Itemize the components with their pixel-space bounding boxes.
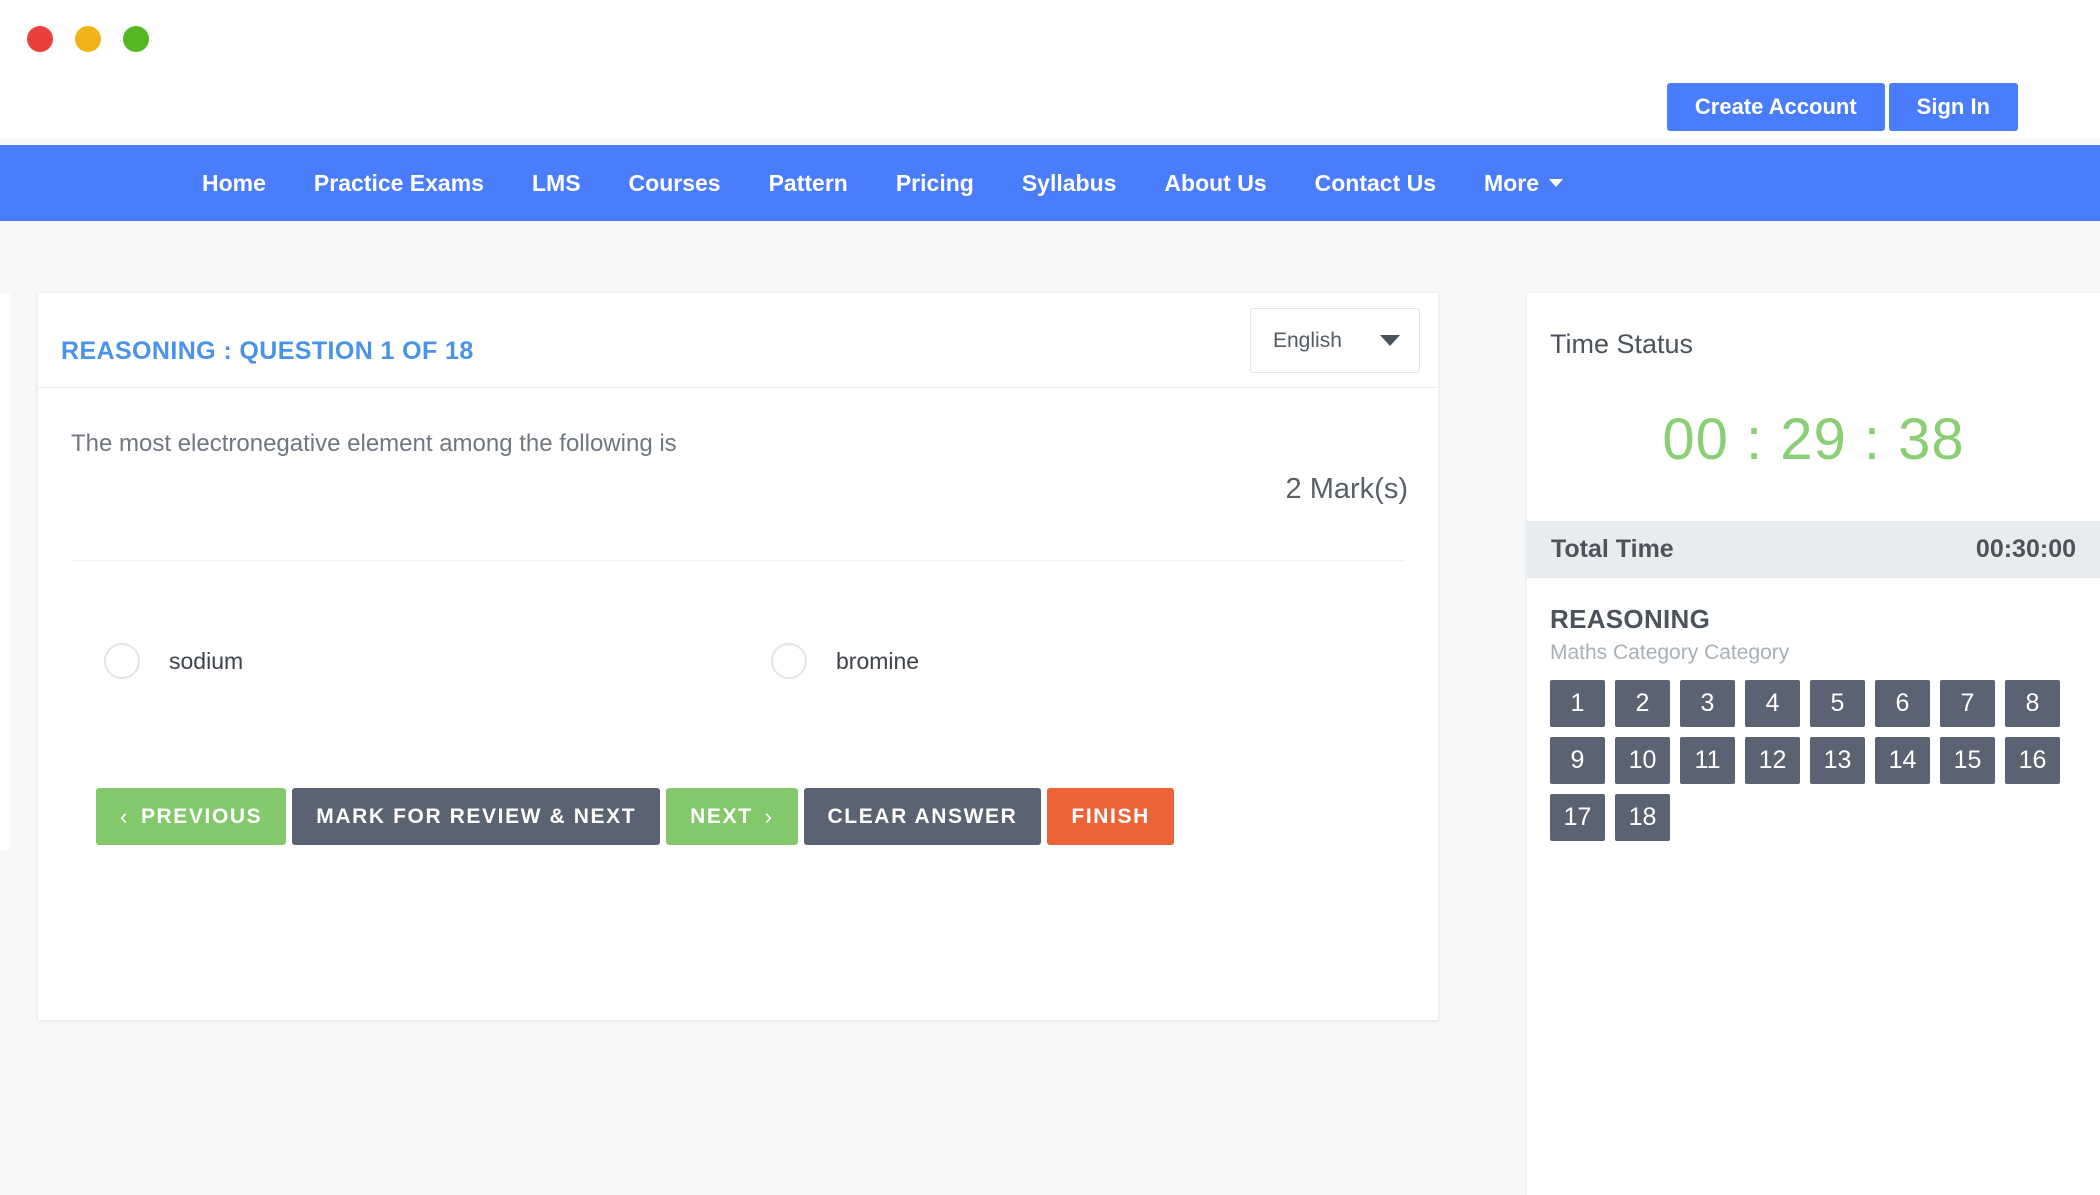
nav-item-list: Home Practice Exams LMS Courses Pattern … [178,145,1587,221]
time-status-title: Time Status [1550,329,1694,359]
answer-options: sodium bromine [71,643,1405,679]
exam-sidebar: Time Status 00 : 29 : 38 Total Time 00:3… [1527,293,2100,1195]
question-number-button[interactable]: 17 [1550,794,1605,841]
nav-item-about-us[interactable]: About Us [1140,145,1290,221]
question-number-button[interactable]: 3 [1680,680,1735,727]
language-select-value: English [1273,328,1342,352]
question-number-button[interactable]: 12 [1745,737,1800,784]
window-chrome: Create Account Sign In [0,0,2100,138]
question-card-body: The most electronegative element among t… [38,388,1438,926]
answer-option-2[interactable]: bromine [738,643,1405,679]
question-divider [71,560,1405,561]
nav-item-courses[interactable]: Courses [605,145,745,221]
nav-item-pattern[interactable]: Pattern [745,145,872,221]
question-number-button[interactable]: 15 [1940,737,1995,784]
previous-button[interactable]: ‹ PREVIOUS [96,788,287,845]
next-button[interactable]: NEXT › [666,788,798,845]
question-number-button[interactable]: 2 [1615,680,1670,727]
total-time-label: Total Time [1551,535,1674,563]
question-number-button[interactable]: 11 [1680,737,1735,784]
chevron-left-icon: ‹ [120,803,129,829]
auth-buttons: Create Account Sign In [1666,83,2018,131]
question-number-button[interactable]: 16 [2005,737,2060,784]
question-number-button[interactable]: 4 [1745,680,1800,727]
finish-button[interactable]: FINISH [1047,788,1174,845]
question-text: The most electronegative element among t… [71,430,677,457]
nav-item-more[interactable]: More [1460,145,1587,221]
question-number-button[interactable]: 5 [1810,680,1865,727]
finish-button-label: FINISH [1071,804,1150,828]
question-number-grid: 1 2 3 4 5 6 7 8 9 10 11 12 13 14 15 16 1… [1550,680,2070,841]
total-time-row: Total Time 00:30:00 [1527,521,2100,578]
clear-answer-button[interactable]: CLEAR ANSWER [803,788,1042,845]
radio-button-icon[interactable] [771,643,807,679]
nav-item-lms[interactable]: LMS [508,145,605,221]
radio-button-icon[interactable] [104,643,140,679]
question-number-button[interactable]: 8 [2005,680,2060,727]
answer-option-1-label: sodium [169,647,244,674]
mark-for-review-button-label: MARK FOR REVIEW & NEXT [316,804,637,828]
question-card-header: REASONING : QUESTION 1 OF 18 English [38,293,1438,388]
question-number-button[interactable]: 18 [1615,794,1670,841]
minimize-window-icon[interactable] [75,26,101,52]
question-actions: ‹ PREVIOUS MARK FOR REVIEW & NEXT NEXT ›… [96,788,1174,845]
main-navigation: Home Practice Exams LMS Courses Pattern … [0,145,2100,221]
question-marks: 2 Mark(s) [1285,473,1408,505]
question-title: REASONING : QUESTION 1 OF 18 [61,337,474,365]
close-window-icon[interactable] [27,26,53,52]
question-number-button[interactable]: 7 [1940,680,1995,727]
question-number-button[interactable]: 10 [1615,737,1670,784]
nav-item-syllabus[interactable]: Syllabus [998,145,1141,221]
question-number-button[interactable]: 13 [1810,737,1865,784]
window-controls [27,26,149,52]
section-category: Maths Category Category [1550,641,1790,664]
previous-button-label: PREVIOUS [140,804,263,828]
content-left-edge [0,293,10,850]
nav-item-home[interactable]: Home [178,145,290,221]
clear-answer-button-label: CLEAR ANSWER [827,804,1018,828]
question-card: REASONING : QUESTION 1 OF 18 English The… [38,293,1438,1020]
nav-item-pricing[interactable]: Pricing [872,145,998,221]
nav-item-practice-exams[interactable]: Practice Exams [290,145,508,221]
question-number-button[interactable]: 9 [1550,737,1605,784]
chevron-right-icon: › [764,803,774,829]
mark-for-review-button[interactable]: MARK FOR REVIEW & NEXT [292,788,661,845]
question-number-button[interactable]: 6 [1875,680,1930,727]
answer-option-2-label: bromine [836,647,920,674]
chevron-down-icon [1380,335,1400,346]
question-number-button[interactable]: 14 [1875,737,1930,784]
sign-in-button[interactable]: Sign In [1888,83,2018,131]
maximize-window-icon[interactable] [123,26,149,52]
nav-item-contact-us[interactable]: Contact Us [1291,145,1460,221]
section-name: REASONING [1550,604,1711,634]
next-button-label: NEXT [690,804,753,828]
nav-item-more-label: More [1484,170,1539,196]
exam-page: Create Account Sign In Home Practice Exa… [0,0,2100,1195]
countdown-timer: 00 : 29 : 38 [1662,407,1965,472]
chevron-down-icon [1549,179,1563,187]
question-number-button[interactable]: 1 [1550,680,1605,727]
create-account-button[interactable]: Create Account [1666,83,1885,131]
total-time-value: 00:30:00 [1975,535,2076,563]
answer-option-1[interactable]: sodium [71,643,738,679]
language-select[interactable]: English [1250,308,1420,373]
